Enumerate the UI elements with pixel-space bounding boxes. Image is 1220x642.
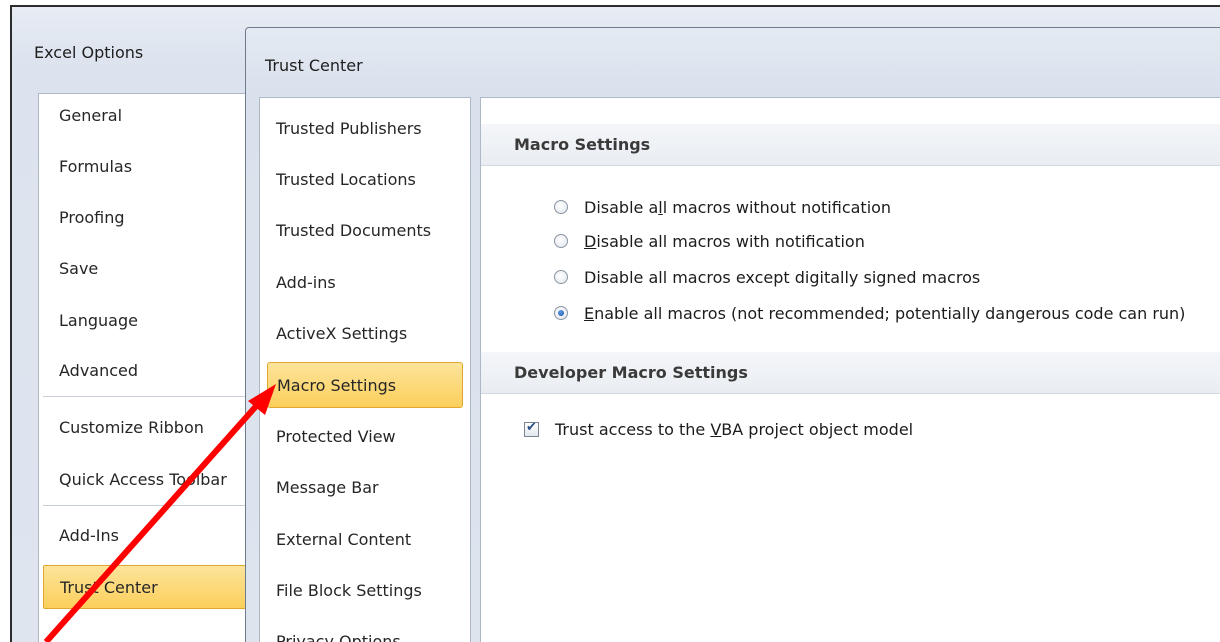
tc-nav-item-file-block-settings[interactable]: File Block Settings — [267, 568, 463, 614]
excel-nav-item-language[interactable]: Language — [43, 299, 253, 343]
excel-nav-item-proofing[interactable]: Proofing — [43, 196, 253, 240]
radio-button-selected[interactable] — [554, 306, 568, 320]
radio-disable-except-signed[interactable]: Disable all macros except digitally sign… — [554, 265, 980, 289]
checkbox-trust-vba-access[interactable]: Trust access to the VBA project object m… — [524, 417, 913, 441]
macro-settings-pane: Macro Settings Disable all macros withou… — [480, 97, 1220, 642]
radio-enable-all-macros[interactable]: Enable all macros (not recommended; pote… — [554, 301, 1185, 325]
excel-nav-separator — [43, 505, 253, 506]
trust-center-title: Trust Center — [265, 56, 363, 75]
radio-button[interactable] — [554, 234, 568, 248]
trust-center-dialog: Trust Center Trusted Publishers Trusted … — [245, 27, 1220, 642]
excel-nav-item-quick-access-toolbar[interactable]: Quick Access Toolbar — [43, 458, 253, 502]
excel-nav-item-formulas[interactable]: Formulas — [43, 145, 253, 189]
excel-nav-separator — [43, 396, 253, 397]
option-label: Disable all macros without notification — [584, 197, 892, 217]
excel-nav-item-customize-ribbon[interactable]: Customize Ribbon — [43, 406, 253, 450]
tc-nav-item-trusted-locations[interactable]: Trusted Locations — [267, 157, 463, 203]
tc-nav-item-trusted-publishers[interactable]: Trusted Publishers — [267, 106, 463, 152]
tc-nav-item-message-bar[interactable]: Message Bar — [267, 465, 463, 511]
tc-nav-item-macro-settings[interactable]: Macro Settings — [267, 362, 463, 408]
tc-nav-item-trusted-documents[interactable]: Trusted Documents — [267, 208, 463, 254]
tc-nav-item-external-content[interactable]: External Content — [267, 517, 463, 563]
macro-settings-header: Macro Settings — [481, 124, 1220, 166]
tc-nav-item-privacy-options[interactable]: Privacy Options — [267, 619, 463, 642]
excel-nav-item-save[interactable]: Save — [43, 247, 253, 291]
tc-nav-item-add-ins[interactable]: Add-ins — [267, 260, 463, 306]
option-label: Trust access to the VBA project object m… — [555, 419, 914, 439]
excel-nav-item-trust-center[interactable]: Trust Center — [43, 565, 253, 609]
radio-button[interactable] — [554, 200, 568, 214]
tc-nav-item-protected-view[interactable]: Protected View — [267, 414, 463, 460]
trust-center-nav: Trusted Publishers Trusted Locations Tru… — [259, 97, 471, 642]
radio-disable-with-notification[interactable]: Disable all macros with notification — [554, 229, 865, 253]
option-label: Disable all macros with notification — [584, 231, 865, 251]
option-label: Disable all macros except digitally sign… — [584, 267, 981, 287]
screen: Excel Options General Formulas Proofing … — [0, 0, 1220, 642]
checkbox-checked[interactable] — [524, 420, 539, 437]
excel-nav-item-advanced[interactable]: Advanced — [43, 349, 253, 393]
excel-options-nav: General Formulas Proofing Save Language … — [38, 93, 254, 642]
excel-nav-item-add-ins[interactable]: Add-Ins — [43, 514, 253, 558]
radio-button[interactable] — [554, 270, 568, 284]
excel-options-title: Excel Options — [34, 43, 144, 62]
radio-disable-without-notification[interactable]: Disable all macros without notification — [554, 195, 891, 219]
excel-nav-item-general[interactable]: General — [43, 94, 253, 138]
option-label: Enable all macros (not recommended; pote… — [584, 303, 1186, 323]
developer-macro-settings-header: Developer Macro Settings — [481, 352, 1220, 394]
tc-nav-item-activex-settings[interactable]: ActiveX Settings — [267, 311, 463, 357]
